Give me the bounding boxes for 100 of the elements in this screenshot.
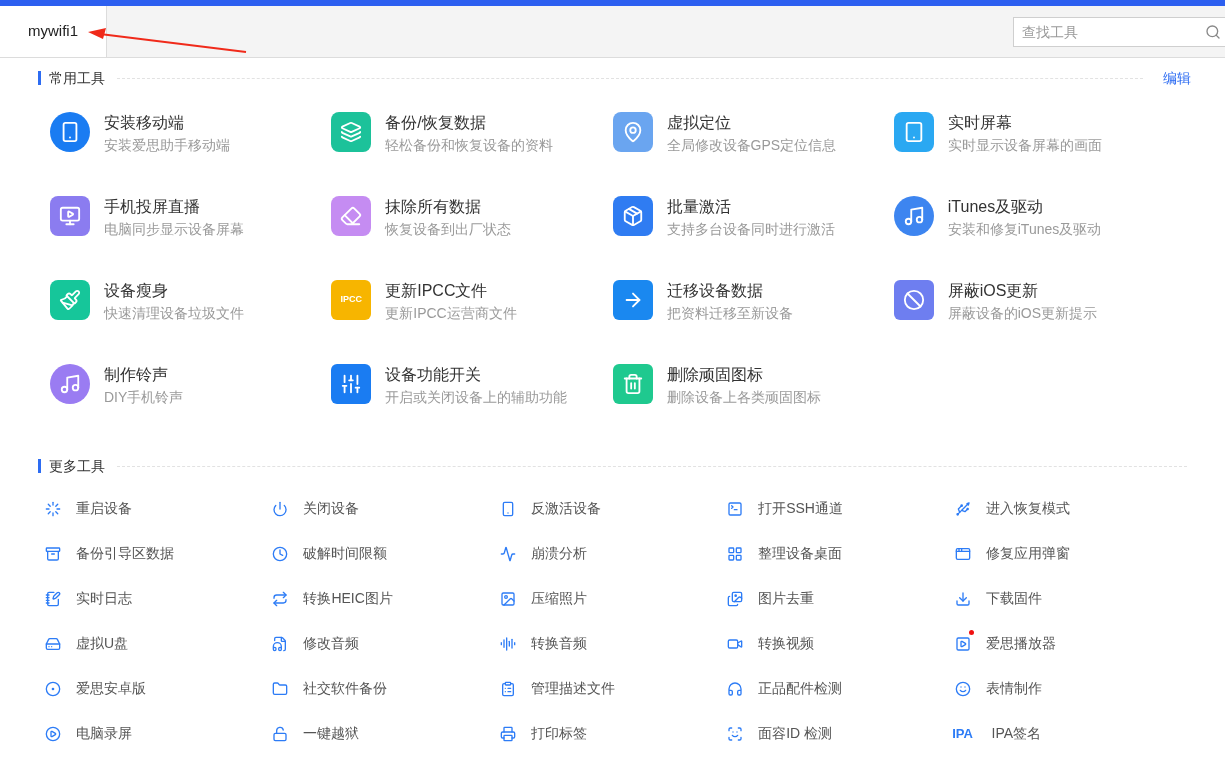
tool-item[interactable]: 备份/恢复数据 轻松备份和恢复设备的资料 (331, 110, 613, 194)
tool-title: iTunes及驱动 (947, 197, 1045, 217)
tool-item[interactable]: 制作铃声 DIY手机铃声 (50, 362, 332, 446)
tool-title: 安装移动端 (104, 113, 185, 133)
archive-icon (45, 545, 61, 562)
tool-link[interactable]: 转换视频 (758, 633, 815, 654)
tool-description: 安装爱思助手移动端 (104, 136, 230, 155)
chart-icon (499, 545, 516, 562)
tool-item[interactable]: 屏蔽iOS更新 屏蔽设备的iOS更新提示 (893, 278, 1175, 362)
earphone-icon (727, 680, 744, 697)
brush-icon (50, 280, 90, 320)
tool-link[interactable]: 重启设备 (76, 498, 132, 519)
tool-link[interactable]: 正品配件检测 (758, 678, 843, 699)
map-pin-icon (612, 112, 653, 152)
tool-link[interactable]: 下载固件 (985, 588, 1042, 609)
tool-description: 支持多台设备同时进行激活 (666, 220, 835, 239)
tool-link[interactable]: 图片去重 (758, 588, 815, 609)
tool-link[interactable]: 修复应用弹窗 (985, 543, 1070, 564)
printer-icon (499, 725, 516, 742)
section-marker (38, 71, 41, 85)
tool-description: 快速清理设备垃圾文件 (104, 304, 244, 323)
tool-link[interactable]: 整理设备桌面 (758, 543, 843, 564)
play-icon (45, 725, 61, 742)
tool-link[interactable]: 打印标签 (530, 723, 587, 744)
tool-item[interactable]: 实时屏幕 实时显示设备屏幕的画面 (893, 110, 1175, 194)
image-icon (499, 590, 516, 607)
tool-link[interactable]: 面容ID 检测 (758, 723, 833, 744)
tool-item[interactable]: 设备功能开关 开启或关闭设备上的辅助功能 (331, 362, 613, 446)
tool-link[interactable]: 进入恢复模式 (985, 498, 1070, 519)
tool-link[interactable]: 备份引导区数据 (76, 543, 174, 564)
tool-description: 删除设备上各类顽固图标 (666, 388, 821, 407)
tool-title: 设备瘦身 (104, 281, 169, 301)
tool-item[interactable]: 虚拟定位 全局修改设备GPS定位信息 (612, 110, 894, 194)
tool-link[interactable]: 转换HEIC图片 (303, 588, 393, 609)
tool-title: 实时屏幕 (947, 113, 1013, 133)
tool-title: 备份/恢复数据 (385, 113, 487, 133)
tool-link[interactable]: 实时日志 (76, 588, 132, 609)
tool-link[interactable]: 管理描述文件 (530, 678, 615, 699)
tool-link[interactable]: 崩溃分析 (530, 543, 587, 564)
blocked-update-icon (893, 280, 934, 320)
layers-icon (331, 112, 372, 152)
tool-item[interactable]: IPCC 更新IPCC文件 更新IPCC运营商文件 (331, 278, 613, 362)
tool-item[interactable]: iTunes及驱动 安装和修复iTunes及驱动 (893, 194, 1175, 278)
tool-link[interactable]: 破解时间限额 (303, 543, 388, 564)
power-icon (272, 500, 289, 517)
tool-description: 更新IPCC运营商文件 (385, 304, 517, 323)
tool-link[interactable]: 关闭设备 (303, 498, 360, 519)
tool-title: 制作铃声 (104, 365, 169, 385)
tool-link[interactable]: 表情制作 (985, 678, 1042, 699)
grid-icon (727, 545, 744, 562)
tool-description: 屏蔽设备的iOS更新提示 (947, 304, 1098, 323)
tool-link[interactable]: 虚拟U盘 (76, 633, 129, 654)
tool-item[interactable]: 手机投屏直播 电脑同步显示设备屏幕 (50, 194, 332, 278)
tool-item[interactable]: 安装移动端 安装爱思助手移动端 (50, 110, 332, 194)
box-icon (612, 196, 653, 236)
tool-link[interactable]: 打开SSH通道 (758, 498, 843, 519)
tool-title: 批量激活 (666, 197, 732, 217)
tool-title: 删除顽固图标 (666, 365, 764, 385)
tool-description: 实时显示设备屏幕的画面 (947, 136, 1102, 155)
smartphone-icon (50, 112, 90, 152)
tool-item[interactable]: 批量激活 支持多台设备同时进行激活 (612, 194, 894, 278)
tool-link[interactable]: 修改音频 (303, 633, 360, 654)
tablet-icon (893, 112, 934, 152)
folder-icon: IPCC (331, 280, 372, 320)
tool-description: 电脑同步显示设备屏幕 (104, 220, 244, 239)
section-marker (38, 459, 41, 473)
edit-link[interactable]: 编辑 (1163, 67, 1191, 89)
tool-description: 安装和修复iTunes及驱动 (947, 220, 1102, 239)
terminal-icon (727, 500, 744, 517)
tool-item[interactable]: 迁移设备数据 把资料迁移至新设备 (612, 278, 894, 362)
tool-title: 迁移设备数据 (666, 281, 764, 301)
tool-item[interactable]: 删除顽固图标 删除设备上各类顽固图标 (612, 362, 894, 446)
search-icon[interactable] (1205, 23, 1221, 40)
tab[interactable]: mywifi1 (0, 6, 107, 57)
tool-link[interactable]: IPA签名 (991, 723, 1042, 744)
tool-link[interactable]: 电脑录屏 (76, 723, 132, 744)
music-icon (893, 196, 934, 236)
tool-link[interactable]: 一键越狱 (303, 723, 360, 744)
tool-link[interactable]: 社交软件备份 (303, 678, 388, 699)
clipboard-icon (499, 680, 516, 697)
tool-title: 设备功能开关 (385, 365, 483, 385)
search-field[interactable]: 查找工具 (1013, 16, 1225, 47)
tool-item[interactable]: 设备瘦身 快速清理设备垃圾文件 (50, 278, 332, 362)
tool-link[interactable]: 反激活设备 (530, 498, 601, 519)
tool-link[interactable]: 压缩照片 (530, 588, 587, 609)
images-icon (727, 590, 744, 607)
tool-link[interactable]: 转换音频 (530, 633, 587, 654)
section-title: 更多工具 (49, 456, 105, 476)
convert-icon (272, 590, 289, 607)
tool-description: 轻松备份和恢复设备的资料 (385, 136, 554, 155)
clock-icon (272, 545, 289, 562)
screen-play-icon (50, 196, 90, 236)
tool-link[interactable]: 爱思安卓版 (76, 678, 146, 699)
ringtone-icon (50, 364, 90, 404)
folder-icon (272, 680, 289, 697)
ipa-icon: IPA (952, 723, 973, 744)
tool-title: 手机投屏直播 (104, 197, 201, 217)
tool-link[interactable]: 爱思播放器 (985, 633, 1056, 654)
unlock-icon (272, 725, 289, 742)
tool-item[interactable]: 抹除所有数据 恢复设备到出厂状态 (331, 194, 613, 278)
